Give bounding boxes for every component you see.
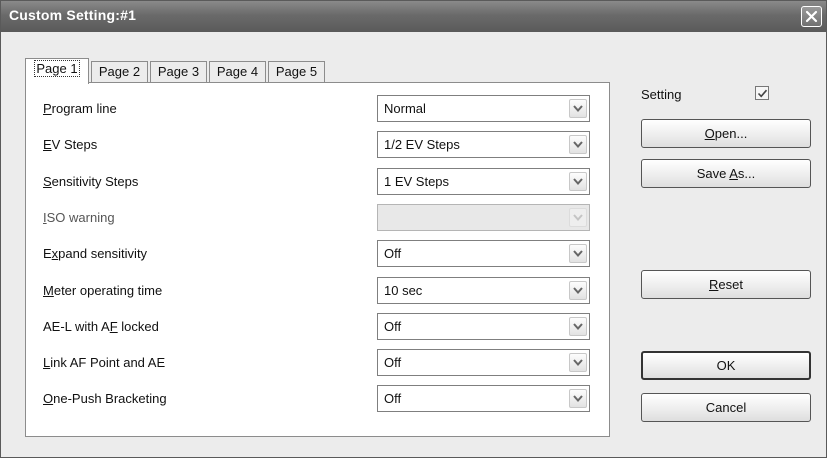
chevron-down-icon xyxy=(573,214,583,222)
iso-warning-label: ISO warning xyxy=(43,210,115,225)
dropdown-button[interactable] xyxy=(569,353,587,372)
checkmark-icon xyxy=(757,89,768,98)
dropdown-button[interactable] xyxy=(569,172,587,191)
link-af-point-and-ae-value: Off xyxy=(384,355,402,370)
dropdown-button xyxy=(569,208,587,227)
tab-page-5[interactable]: Page 5 xyxy=(268,61,325,83)
ev-steps-value: 1/2 EV Steps xyxy=(384,137,460,152)
ae-l-with-af-locked-select[interactable]: Off xyxy=(377,313,590,340)
chevron-down-icon xyxy=(573,395,583,403)
link-af-point-and-ae-label: Link AF Point and AE xyxy=(43,355,166,370)
ok-button[interactable]: OK xyxy=(641,351,811,380)
tab-page-2[interactable]: Page 2 xyxy=(91,61,148,83)
cancel-button[interactable]: Cancel xyxy=(641,393,811,422)
ae-l-with-af-locked-value: Off xyxy=(384,319,402,334)
setting-checkbox[interactable] xyxy=(755,86,769,100)
program-line-label: Program line xyxy=(43,101,117,116)
chevron-down-icon xyxy=(573,287,583,295)
custom-setting-dialog: Custom Setting:#1 Page 1 Page 2 Page 3 P… xyxy=(0,0,827,458)
tab-page-1[interactable]: Page 1 xyxy=(25,58,89,84)
sensitivity-steps-select[interactable]: 1 EV Steps xyxy=(377,168,590,195)
chevron-down-icon xyxy=(573,178,583,186)
expand-sensitivity-value: Off xyxy=(384,246,402,261)
dropdown-button[interactable] xyxy=(569,281,587,300)
one-push-bracketing-select[interactable]: Off xyxy=(377,385,590,412)
dropdown-button[interactable] xyxy=(569,244,587,263)
ev-steps-select[interactable]: 1/2 EV Steps xyxy=(377,131,590,158)
ae-l-with-af-locked-label: AE-L with AF locked xyxy=(43,319,159,334)
chevron-down-icon xyxy=(573,141,583,149)
tab-page-3[interactable]: Page 3 xyxy=(150,61,207,83)
save-as-button[interactable]: Save As... xyxy=(641,159,811,188)
meter-operating-time-select[interactable]: 10 sec xyxy=(377,277,590,304)
dropdown-button[interactable] xyxy=(569,135,587,154)
chevron-down-icon xyxy=(573,250,583,258)
iso-warning-select xyxy=(377,204,590,231)
reset-button[interactable]: Reset xyxy=(641,270,811,299)
program-line-select[interactable]: Normal xyxy=(377,95,590,122)
chevron-down-icon xyxy=(573,359,583,367)
close-icon xyxy=(805,10,818,23)
title-bar[interactable]: Custom Setting:#1 xyxy=(1,1,826,32)
chevron-down-icon xyxy=(573,323,583,331)
dropdown-button[interactable] xyxy=(569,317,587,336)
open-button[interactable]: Open... xyxy=(641,119,811,148)
one-push-bracketing-label: One-Push Bracketing xyxy=(43,391,167,406)
expand-sensitivity-select[interactable]: Off xyxy=(377,240,590,267)
one-push-bracketing-value: Off xyxy=(384,391,402,406)
dropdown-button[interactable] xyxy=(569,389,587,408)
meter-operating-time-value: 10 sec xyxy=(384,283,423,298)
settings-panel: Program line Normal EV Steps 1/2 EV Step… xyxy=(25,82,610,437)
dropdown-button[interactable] xyxy=(569,99,587,118)
sensitivity-steps-label: Sensitivity Steps xyxy=(43,174,139,189)
program-line-value: Normal xyxy=(384,101,426,116)
close-button[interactable] xyxy=(801,6,822,27)
chevron-down-icon xyxy=(573,105,583,113)
setting-checkbox-label: Setting xyxy=(641,87,682,102)
expand-sensitivity-label: Expand sensitivity xyxy=(43,246,148,261)
meter-operating-time-label: Meter operating time xyxy=(43,283,163,298)
link-af-point-and-ae-select[interactable]: Off xyxy=(377,349,590,376)
ev-steps-label: EV Steps xyxy=(43,137,98,152)
window-title: Custom Setting:#1 xyxy=(9,7,137,23)
sensitivity-steps-value: 1 EV Steps xyxy=(384,174,450,189)
tab-page-4[interactable]: Page 4 xyxy=(209,61,266,83)
